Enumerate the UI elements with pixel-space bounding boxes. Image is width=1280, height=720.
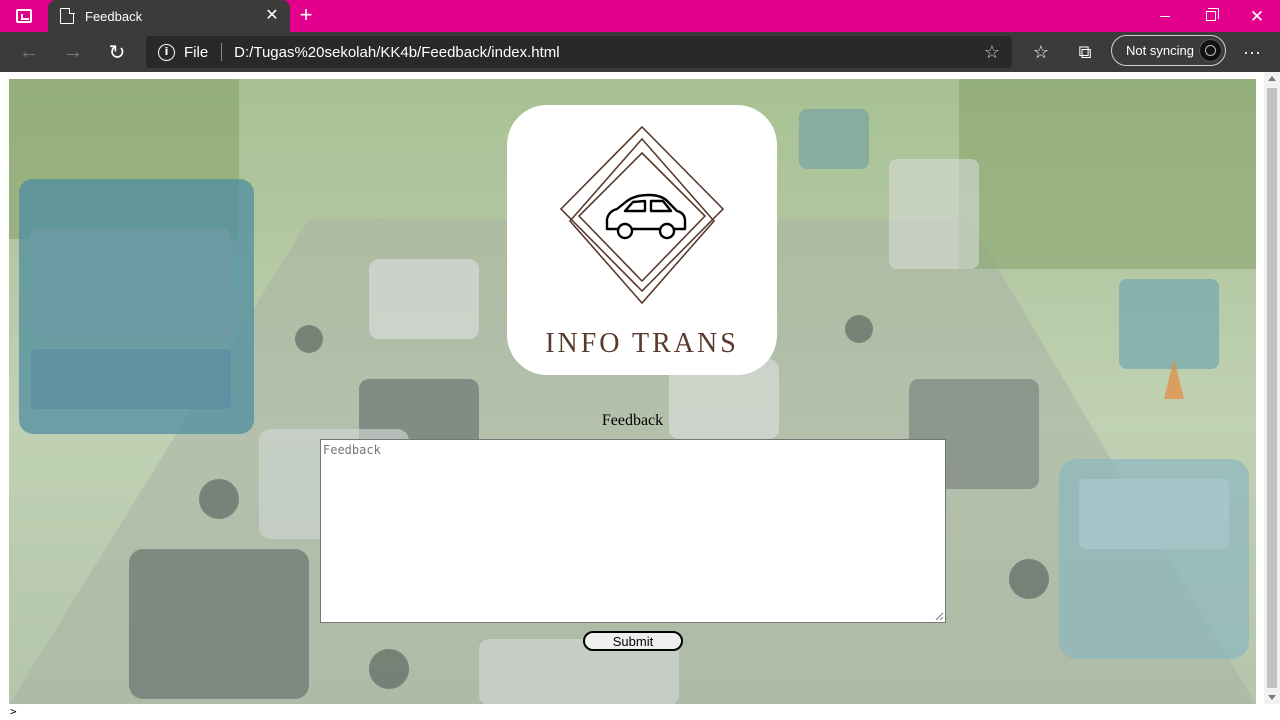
sync-status-label: Not syncing (1126, 43, 1194, 58)
tab-actions-icon (16, 9, 32, 23)
refresh-button[interactable]: ↻ (101, 36, 133, 68)
close-tab-icon[interactable]: ✕ (264, 8, 280, 24)
background-photo: INFO TRANS Feedback Submit (9, 79, 1256, 705)
forward-button[interactable]: → (57, 36, 89, 68)
scrollbar-thumb[interactable] (1267, 88, 1277, 688)
address-divider (221, 43, 223, 61)
new-tab-button[interactable]: + (296, 4, 316, 26)
more-button[interactable]: ··· (1236, 36, 1268, 68)
close-icon: ✕ (1249, 6, 1265, 26)
address-bar[interactable]: i File D:/Tugas%20sekolah/KK4b/Feedback/… (146, 36, 1012, 68)
window-controls: ✕ (1142, 0, 1280, 32)
scroll-down-icon[interactable] (1268, 695, 1276, 700)
profile-icon (1205, 45, 1216, 56)
back-arrow-icon: ← (19, 40, 39, 63)
resize-grip-icon[interactable] (934, 611, 944, 621)
tab-actions-button[interactable] (0, 0, 48, 32)
url-text[interactable]: D:/Tugas%20sekolah/KK4b/Feedback/index.h… (234, 44, 559, 61)
page-icon (60, 7, 75, 24)
add-favorite-icon[interactable]: ☆ (982, 42, 1002, 62)
logo-text: INFO TRANS (545, 328, 739, 359)
logo-card: INFO TRANS (507, 105, 777, 375)
feedback-textarea[interactable] (320, 439, 946, 623)
car-logo-icon (559, 125, 725, 305)
profile-sync-button[interactable]: Not syncing (1111, 35, 1226, 66)
minimize-button[interactable] (1142, 0, 1188, 32)
restore-icon (1206, 8, 1219, 21)
restore-button[interactable] (1188, 0, 1234, 32)
scroll-up-icon[interactable] (1268, 76, 1276, 81)
close-window-button[interactable]: ✕ (1234, 0, 1280, 32)
refresh-icon: ↻ (108, 41, 126, 64)
site-label[interactable]: File (184, 44, 208, 61)
forward-arrow-icon: → (63, 40, 83, 63)
minimize-icon (1160, 15, 1170, 17)
status-bar: > (0, 704, 1280, 720)
back-button[interactable]: ← (13, 36, 45, 68)
browser-toolbar: ← → ↻ i File D:/Tugas%20sekolah/KK4b/Fee… (0, 32, 1280, 72)
tab-feedback[interactable]: Feedback ✕ (48, 0, 290, 32)
tab-title: Feedback (85, 8, 143, 24)
vertical-scrollbar[interactable] (1264, 72, 1280, 704)
feedback-heading: Feedback (601, 412, 664, 429)
favorites-icon: ☆ (1032, 41, 1050, 62)
more-icon: ··· (1243, 41, 1261, 62)
collections-icon: ⧉ (1078, 41, 1092, 62)
avatar (1199, 39, 1222, 62)
favorites-button[interactable]: ☆ (1025, 36, 1057, 68)
site-info-icon[interactable]: i (158, 43, 175, 61)
collections-button[interactable]: ⧉ (1069, 36, 1101, 68)
page-viewport: INFO TRANS Feedback Submit (0, 72, 1280, 705)
title-bar: Feedback ✕ + ✕ (0, 0, 1280, 32)
submit-button[interactable]: Submit (583, 631, 683, 651)
